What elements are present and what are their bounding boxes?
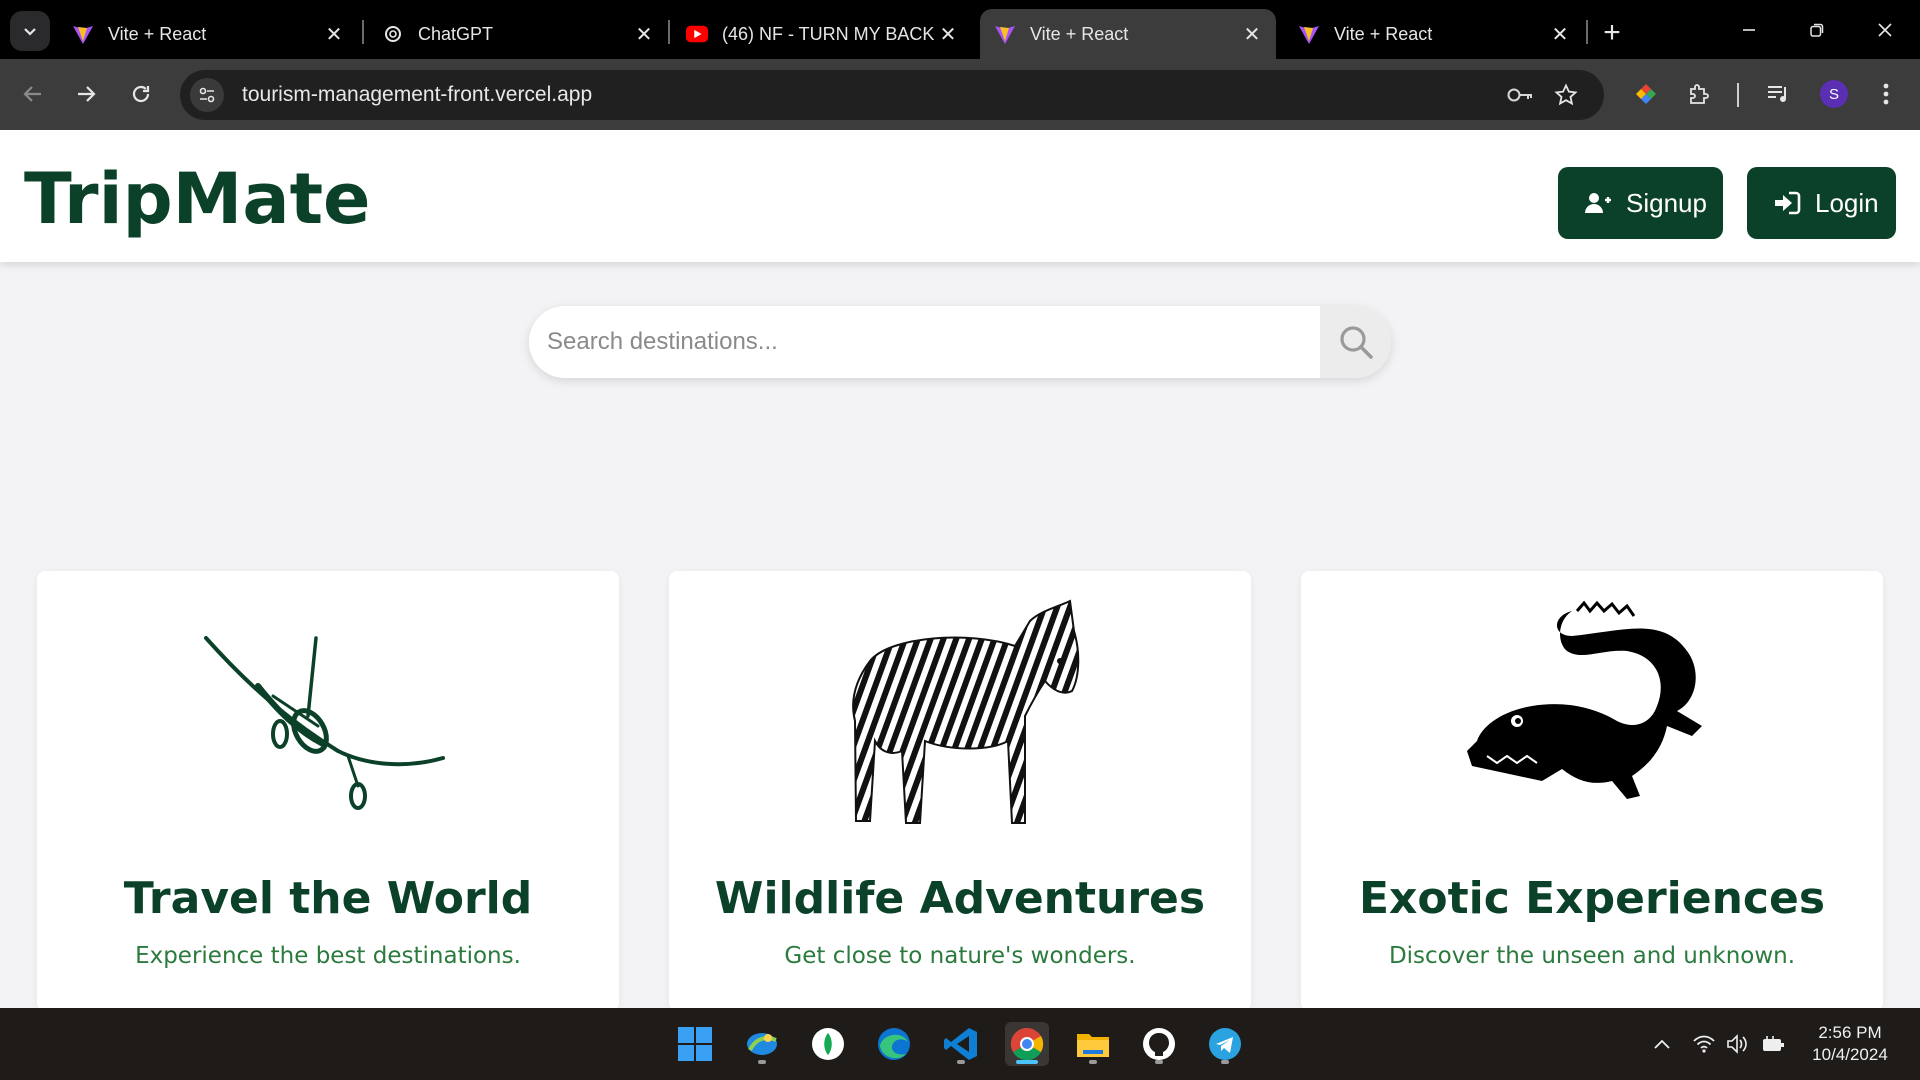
browser-tab-5[interactable]: Vite + React ✕ — [1284, 9, 1584, 59]
search-icon — [1339, 326, 1373, 359]
signup-label: Signup — [1626, 187, 1707, 218]
address-bar[interactable]: tourism-management-front.vercel.app — [180, 70, 1604, 120]
running-indicator — [957, 1060, 965, 1064]
file-explorer-icon[interactable] — [1071, 1022, 1115, 1066]
browser-tab-4-active[interactable]: Vite + React ✕ — [980, 9, 1276, 59]
minimize-icon — [1743, 29, 1755, 31]
running-indicator — [1089, 1060, 1097, 1064]
sign-in-icon — [1773, 189, 1801, 217]
password-key-icon[interactable] — [1504, 79, 1536, 111]
vscode-icon[interactable] — [939, 1022, 983, 1066]
login-label: Login — [1815, 187, 1879, 218]
battery-charging-icon[interactable] — [1760, 1030, 1788, 1058]
card-title: Wildlife Adventures — [714, 873, 1206, 924]
crocodile-illustration — [1301, 591, 1883, 841]
close-icon[interactable]: ✕ — [630, 20, 658, 48]
card-title: Travel the World — [123, 873, 533, 924]
close-icon[interactable]: ✕ — [1546, 20, 1574, 48]
photos-icon[interactable] — [740, 1022, 784, 1066]
chatgpt-icon — [382, 23, 404, 45]
close-icon[interactable]: ✕ — [934, 20, 962, 48]
airplane-illustration — [37, 591, 619, 841]
zebra-illustration — [669, 591, 1251, 841]
site-info-icon[interactable] — [190, 78, 224, 112]
tab-title: Vite + React — [1334, 23, 1433, 44]
feature-card-wildlife[interactable]: Wildlife Adventures Get close to nature'… — [669, 571, 1251, 1008]
extensions-puzzle-icon[interactable] — [1681, 76, 1717, 112]
running-indicator — [1221, 1060, 1229, 1064]
tab-title: (46) NF - TURN MY BACK — [722, 23, 934, 44]
browser-tab-1[interactable]: Vite + React ✕ — [58, 9, 358, 59]
feature-card-travel[interactable]: Travel the World Experience the best des… — [37, 571, 619, 1008]
vite-icon — [1298, 23, 1320, 45]
card-subtitle: Get close to nature's wonders. — [784, 943, 1136, 969]
login-button[interactable]: Login — [1747, 167, 1896, 239]
reload-button[interactable] — [121, 74, 161, 114]
card-subtitle: Experience the best destinations. — [135, 943, 521, 969]
tab-separator — [1586, 20, 1588, 44]
browser-tab-3[interactable]: (46) NF - TURN MY BACK ✕ — [672, 9, 972, 59]
toolbar-divider — [1737, 83, 1739, 107]
media-controls-icon[interactable] — [1760, 76, 1796, 112]
forward-button[interactable] — [66, 74, 106, 114]
card-title: Exotic Experiences — [1358, 873, 1826, 924]
running-indicator — [758, 1060, 766, 1064]
clock-date: 10/4/2024 — [1812, 1045, 1888, 1064]
close-icon[interactable]: ✕ — [1238, 20, 1266, 48]
vite-icon — [994, 23, 1016, 45]
chevron-down-icon — [24, 28, 36, 36]
minimize-button[interactable] — [1724, 10, 1774, 50]
tab-title: Vite + React — [1030, 23, 1129, 44]
chrome-icon[interactable] — [1005, 1022, 1049, 1066]
search-bar — [529, 306, 1391, 378]
browser-toolbar: tourism-management-front.vercel.app S — [0, 59, 1920, 130]
windows-start-icon[interactable] — [673, 1022, 717, 1066]
bookmark-star-icon[interactable] — [1550, 79, 1582, 111]
tab-title: Vite + React — [108, 23, 207, 44]
edge-icon[interactable] — [872, 1022, 916, 1066]
system-clock[interactable]: 2:56 PM 10/4/2024 — [1800, 1022, 1900, 1066]
close-window-button[interactable] — [1860, 10, 1910, 50]
github-desktop-icon[interactable] — [1137, 1022, 1181, 1066]
url-text: tourism-management-front.vercel.app — [242, 83, 593, 106]
close-icon — [1878, 23, 1892, 37]
profile-avatar[interactable]: S — [1820, 80, 1848, 108]
tab-search-button[interactable] — [10, 11, 50, 51]
arrow-left-icon — [23, 86, 41, 102]
browser-tab-strip: Vite + React ✕ ChatGPT ✕ (46) NF - TURN … — [0, 0, 1920, 59]
color-extension-icon[interactable] — [1628, 76, 1664, 112]
wifi-icon[interactable] — [1690, 1030, 1718, 1058]
restore-icon — [1810, 23, 1824, 37]
vite-icon — [72, 23, 94, 45]
reload-icon — [132, 85, 150, 103]
back-button[interactable] — [13, 74, 53, 114]
signup-button[interactable]: Signup — [1558, 167, 1723, 239]
chevron-up-icon[interactable] — [1648, 1030, 1676, 1058]
site-header: TripMate Signup Login — [0, 130, 1920, 262]
mongodb-compass-icon[interactable] — [806, 1022, 850, 1066]
windows-taskbar: 2:56 PM 10/4/2024 — [0, 1008, 1920, 1080]
new-tab-button[interactable]: + — [1594, 15, 1630, 51]
youtube-icon — [686, 23, 708, 45]
tab-title: ChatGPT — [418, 23, 494, 44]
search-input[interactable] — [529, 306, 1320, 378]
tab-separator — [362, 20, 364, 44]
clock-time: 2:56 PM — [1818, 1023, 1882, 1042]
telegram-icon[interactable] — [1203, 1022, 1247, 1066]
active-indicator — [1016, 1060, 1038, 1064]
volume-icon[interactable] — [1724, 1030, 1752, 1058]
search-button[interactable] — [1320, 306, 1391, 378]
browser-menu-icon[interactable] — [1868, 76, 1904, 112]
brand-logo[interactable]: TripMate — [24, 164, 371, 234]
close-icon[interactable]: ✕ — [320, 20, 348, 48]
running-indicator — [1155, 1060, 1163, 1064]
browser-tab-2[interactable]: ChatGPT ✕ — [368, 9, 668, 59]
feature-card-exotic[interactable]: Exotic Experiences Discover the unseen a… — [1301, 571, 1883, 1008]
arrow-right-icon — [78, 86, 96, 102]
page-viewport: TripMate Signup Login Search destination… — [0, 130, 1920, 1008]
card-subtitle: Discover the unseen and unknown. — [1388, 943, 1796, 969]
user-plus-icon — [1584, 189, 1612, 217]
restore-button[interactable] — [1792, 10, 1842, 50]
tab-separator — [668, 20, 670, 44]
